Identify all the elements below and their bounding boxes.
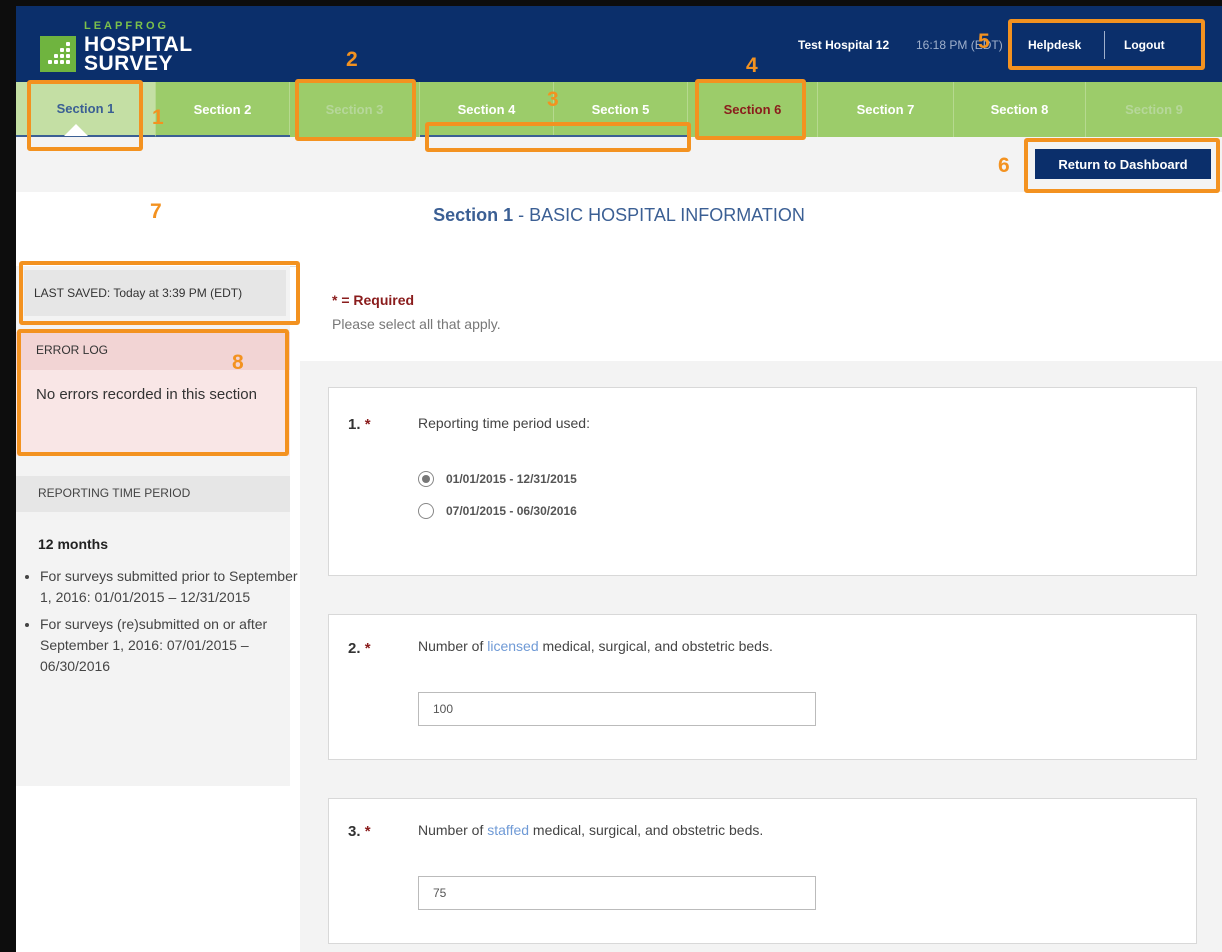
logo-wordmark-top: LEAPFROG [84,20,170,32]
annotation-box-2 [295,79,416,141]
question-2-number: 2. * [348,640,371,657]
select-note: Please select all that apply. [332,316,501,332]
question-2-num: 2. [348,640,361,657]
leapfrog-logo-icon [40,36,76,72]
page-title-section: Section 1 [433,205,514,225]
annotation-box-8 [17,329,289,456]
window-frame-left [0,0,16,952]
annotation-label-6: 6 [998,154,1010,177]
question-2-text-post: medical, surgical, and obstetric beds. [538,638,773,654]
question-3-text-pre: Number of [418,822,488,838]
list-item: For surveys (re)submitted on or after Se… [40,614,302,677]
required-star: * [364,823,371,840]
annotation-box-5 [1008,19,1205,70]
licensed-beds-input[interactable] [418,692,816,726]
required-note: * = Required [332,292,415,308]
staffed-beds-input[interactable] [418,876,816,910]
annotation-label-4: 4 [746,54,758,77]
page-title-rest: - BASIC HOSPITAL INFORMATION [513,205,805,225]
tab-section-7[interactable]: Section 7 [818,82,954,137]
radio-period-2-label[interactable]: 07/01/2015 - 06/30/2016 [446,504,577,518]
question-3-num: 3. [348,823,361,840]
staffed-link[interactable]: staffed [487,822,529,838]
annotation-label-5: 5 [978,30,990,53]
question-2-text: Number of licensed medical, surgical, an… [418,638,773,654]
list-item: For surveys submitted prior to September… [40,566,302,608]
annotation-box-4 [695,79,806,140]
question-1-number: 1. * [348,416,371,433]
question-3-text-post: medical, surgical, and obstetric beds. [529,822,764,838]
tab-section-8[interactable]: Section 8 [954,82,1086,137]
radio-period-1[interactable] [418,471,434,487]
tab-section-2[interactable]: Section 2 [156,82,290,137]
annotation-box-3 [425,122,691,152]
question-2-card [328,614,1197,760]
question-1-num: 1. [348,416,361,433]
annotation-box-7 [19,261,300,325]
radio-period-1-label[interactable]: 01/01/2015 - 12/31/2015 [446,472,577,486]
licensed-link[interactable]: licensed [487,638,538,654]
radio-period-2[interactable] [418,503,434,519]
annotation-label-8: 8 [232,351,244,374]
question-1-text: Reporting time period used: [418,415,590,431]
instructions-panel [300,266,1222,362]
annotation-label-1: 1 [152,106,164,129]
required-star: * [364,416,371,433]
annotation-box-1 [27,80,143,151]
annotation-label-2: 2 [346,48,358,71]
annotation-label-7: 7 [150,200,162,223]
question-3-text: Number of staffed medical, surgical, and… [418,822,763,838]
logo-wordmark-line2: SURVEY [84,52,173,75]
page-title: Section 1 - BASIC HOSPITAL INFORMATION [16,205,1222,226]
reporting-period-list: For surveys submitted prior to September… [22,566,302,683]
question-3-number: 3. * [348,823,371,840]
tab-section-9[interactable]: Section 9 [1086,82,1222,137]
required-star: * [364,640,371,657]
reporting-period-title: REPORTING TIME PERIOD [16,476,290,512]
title-bar [16,192,1222,267]
annotation-label-3: 3 [547,88,559,111]
reporting-period-subtitle: 12 months [38,536,109,552]
question-3-card [328,798,1197,944]
annotation-box-6 [1024,138,1220,193]
hospital-name: Test Hospital 12 [798,38,890,52]
question-2-text-pre: Number of [418,638,488,654]
